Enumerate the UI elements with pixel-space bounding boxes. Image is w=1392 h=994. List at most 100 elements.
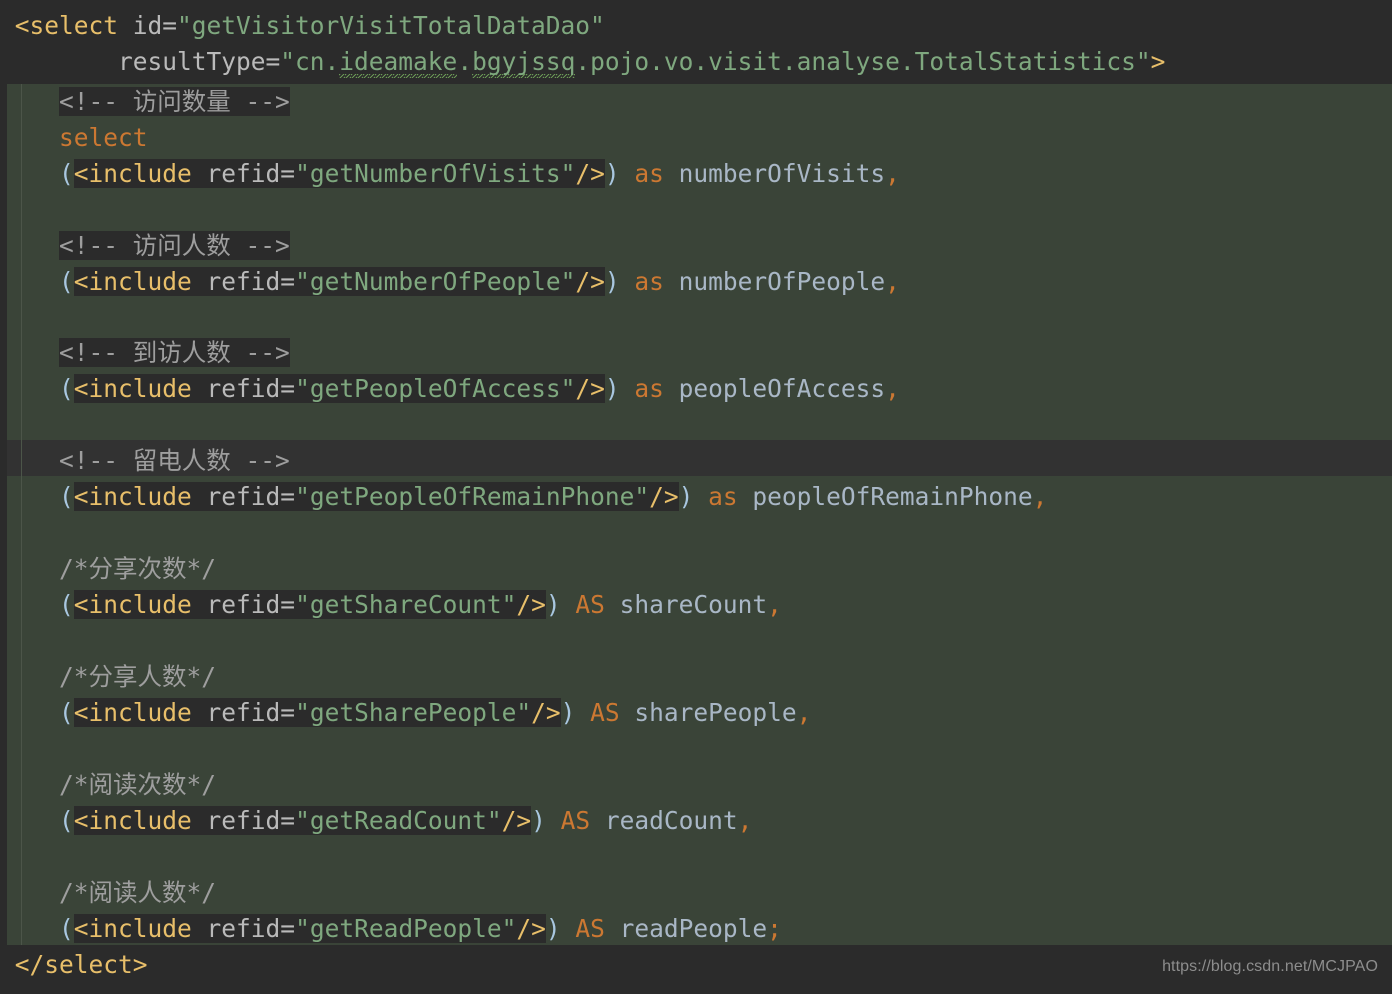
id-attribute-name: id= xyxy=(132,11,178,40)
paren-open-4: ( xyxy=(59,482,74,511)
refid-attr-7: refid= xyxy=(206,806,296,835)
paren-open-3: ( xyxy=(59,374,74,403)
terminator-2: , xyxy=(885,267,900,296)
resulttype-typo-ideamake: ideamake xyxy=(339,47,458,79)
id-attribute-value: "getVisitorVisitTotalDataDao" xyxy=(177,11,605,40)
include-close-5: /> xyxy=(516,590,546,619)
include-close-8: /> xyxy=(516,914,546,943)
code-editor-viewport[interactable]: <select id="getVisitorVisitTotalDataDao"… xyxy=(0,0,1392,994)
refid-attr-8: refid= xyxy=(206,914,296,943)
code-line-5[interactable]: (<include refid="getNumberOfVisits"/>) a… xyxy=(0,156,1392,192)
terminator-5: , xyxy=(767,590,782,619)
code-line-10[interactable]: <!-- 到访人数 --> xyxy=(0,335,1392,371)
refid-attr-5: refid= xyxy=(206,590,296,619)
select-open-tag: <select xyxy=(14,11,133,40)
refid-attr-4: refid= xyxy=(206,482,296,511)
code-line-23[interactable]: (<include refid="getReadCount"/>) AS rea… xyxy=(0,803,1392,839)
comment-read-count: /*阅读次数*/ xyxy=(59,770,217,799)
code-line-20[interactable]: (<include refid="getSharePeople"/>) AS s… xyxy=(0,695,1392,731)
code-line-22[interactable]: /*阅读次数*/ xyxy=(0,767,1392,803)
code-line-2[interactable]: resultType="cn.ideamake.bgyjssq.pojo.vo.… xyxy=(0,44,1392,80)
alias-2: numberOfPeople xyxy=(678,267,886,296)
include-close-2: /> xyxy=(575,267,605,296)
include-tag-8: <include xyxy=(73,914,207,943)
refid-attr-3: refid= xyxy=(206,374,296,403)
terminator-8: ; xyxy=(767,914,782,943)
include-close-1: /> xyxy=(575,159,605,188)
resulttype-value-tail: .pojo.vo.visit.analyse.TotalStatistics" xyxy=(575,47,1151,76)
code-line-11[interactable]: (<include refid="getPeopleOfAccess"/>) a… xyxy=(0,371,1392,407)
alias-keyword-7: AS xyxy=(560,806,591,835)
resulttype-dot: . xyxy=(457,47,473,76)
alias-keyword-1: as xyxy=(634,159,664,188)
include-tag-1: <include xyxy=(73,159,207,188)
comment-share-people: /*分享人数*/ xyxy=(59,662,217,691)
terminator-4: , xyxy=(1032,482,1048,511)
paren-close-7: ) xyxy=(531,806,546,835)
paren-open-2: ( xyxy=(59,267,74,296)
code-line-7[interactable]: <!-- 访问人数 --> xyxy=(0,228,1392,264)
resulttype-value-head: "cn. xyxy=(280,47,340,76)
select-close-tag: </select> xyxy=(14,950,148,979)
code-line-17[interactable]: (<include refid="getShareCount"/>) AS sh… xyxy=(0,587,1392,623)
sql-keyword-select: select xyxy=(59,123,148,152)
comment-remain-phone-people: <!-- 留电人数 --> xyxy=(59,446,290,475)
comment-visit-people: <!-- 访问人数 --> xyxy=(59,231,290,260)
refid-value-4: "getPeopleOfRemainPhone" xyxy=(295,482,650,511)
code-line-14[interactable]: (<include refid="getPeopleOfRemainPhone"… xyxy=(0,479,1392,515)
paren-open-6: ( xyxy=(59,698,74,727)
refid-value-8: "getReadPeople" xyxy=(295,914,517,943)
paren-close-8: ) xyxy=(545,914,561,943)
code-line-19[interactable]: /*分享人数*/ xyxy=(0,659,1392,695)
alias-keyword-8: AS xyxy=(575,914,605,943)
code-line-13-current[interactable]: <!-- 留电人数 --> xyxy=(0,443,1392,479)
resulttype-typo-bgyjssq: bgyjssq xyxy=(472,47,576,79)
code-lines-layer: <select id="getVisitorVisitTotalDataDao"… xyxy=(0,0,1392,994)
code-line-16[interactable]: /*分享次数*/ xyxy=(0,551,1392,587)
include-close-3: /> xyxy=(575,374,605,403)
paren-close-6: ) xyxy=(560,698,576,727)
alias-keyword-5: AS xyxy=(575,590,605,619)
alias-3: peopleOfAccess xyxy=(678,374,886,403)
paren-close-2: ) xyxy=(604,267,620,296)
alias-7: readCount xyxy=(604,806,738,835)
include-close-4: /> xyxy=(649,482,679,511)
refid-value-3: "getPeopleOfAccess" xyxy=(295,374,576,403)
refid-value-6: "getSharePeople" xyxy=(295,698,532,727)
select-open-tag-close: > xyxy=(1150,47,1166,76)
code-line-3[interactable]: <!-- 访问数量 --> xyxy=(0,84,1392,120)
code-line-4[interactable]: select xyxy=(0,120,1392,156)
terminator-3: , xyxy=(885,374,900,403)
alias-1: numberOfVisits xyxy=(678,159,886,188)
resulttype-attribute-name: resultType= xyxy=(118,47,281,76)
include-tag-7: <include xyxy=(73,806,207,835)
include-close-7: /> xyxy=(501,806,532,835)
code-line-26[interactable]: (<include refid="getReadPeople"/>) AS re… xyxy=(0,911,1392,947)
code-line-1[interactable]: <select id="getVisitorVisitTotalDataDao" xyxy=(0,8,1392,44)
include-close-6: /> xyxy=(531,698,561,727)
alias-keyword-6: AS xyxy=(590,698,620,727)
comment-arrived-people: <!-- 到访人数 --> xyxy=(59,338,290,367)
refid-value-7: "getReadCount" xyxy=(295,806,502,835)
include-tag-4: <include xyxy=(73,482,207,511)
paren-close-1: ) xyxy=(604,159,620,188)
code-line-25[interactable]: /*阅读人数*/ xyxy=(0,875,1392,911)
paren-open-1: ( xyxy=(59,159,74,188)
code-line-8[interactable]: (<include refid="getNumberOfPeople"/>) a… xyxy=(0,264,1392,300)
include-tag-5: <include xyxy=(73,590,207,619)
alias-keyword-2: as xyxy=(634,267,664,296)
refid-value-2: "getNumberOfPeople" xyxy=(295,267,576,296)
refid-attr-2: refid= xyxy=(206,267,296,296)
paren-open-7: ( xyxy=(59,806,74,835)
include-tag-2: <include xyxy=(73,267,207,296)
paren-open-8: ( xyxy=(59,914,74,943)
comment-visit-count: <!-- 访问数量 --> xyxy=(59,87,290,116)
terminator-6: , xyxy=(796,698,812,727)
alias-keyword-4: as xyxy=(708,482,738,511)
alias-5: shareCount xyxy=(619,590,768,619)
paren-close-5: ) xyxy=(545,590,561,619)
refid-attr-6: refid= xyxy=(206,698,296,727)
terminator-7: , xyxy=(737,806,753,835)
alias-8: readPeople xyxy=(619,914,768,943)
alias-4: peopleOfRemainPhone xyxy=(752,482,1033,511)
